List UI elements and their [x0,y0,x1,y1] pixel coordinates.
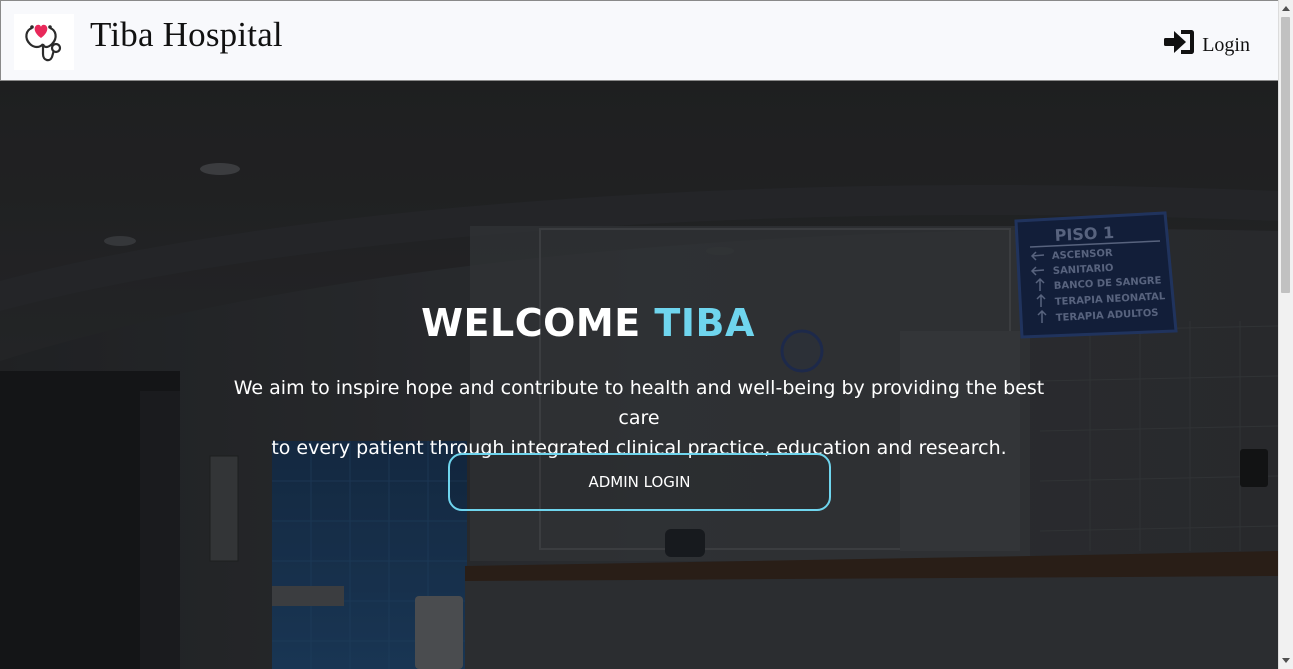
stethoscope-heart-icon [25,24,62,62]
sign-in-icon [1164,30,1195,54]
hero-title-accent: TIBA [654,301,755,345]
brand-title[interactable]: Tiba Hospital [90,14,283,56]
hero-section: PISO 1 ASCENSOR SANITARIO BANCO DE SANGR… [0,81,1278,669]
navbar: Tiba Hospital Login [0,0,1278,81]
page: Tiba Hospital Login PISO 1 ASCENSOR SANI… [0,0,1293,669]
admin-login-button[interactable]: ADMIN LOGIN [448,453,831,511]
vertical-scrollbar[interactable] [1278,0,1293,669]
login-label: Login [1202,34,1250,56]
hero-content: WELCOME TIBA We aim to inspire hope and … [0,81,1278,669]
scroll-down-arrow-icon[interactable] [1282,658,1290,663]
hero-title-prefix: WELCOME [421,301,641,345]
hero-description: We aim to inspire hope and contribute to… [219,373,1059,463]
scroll-thumb[interactable] [1281,17,1290,293]
hero-title: WELCOME TIBA [0,299,1176,347]
login-link[interactable]: Login [1164,25,1250,59]
hero-description-line1: We aim to inspire hope and contribute to… [233,377,1045,429]
logo[interactable] [14,14,74,70]
scroll-up-arrow-icon[interactable] [1282,6,1290,11]
